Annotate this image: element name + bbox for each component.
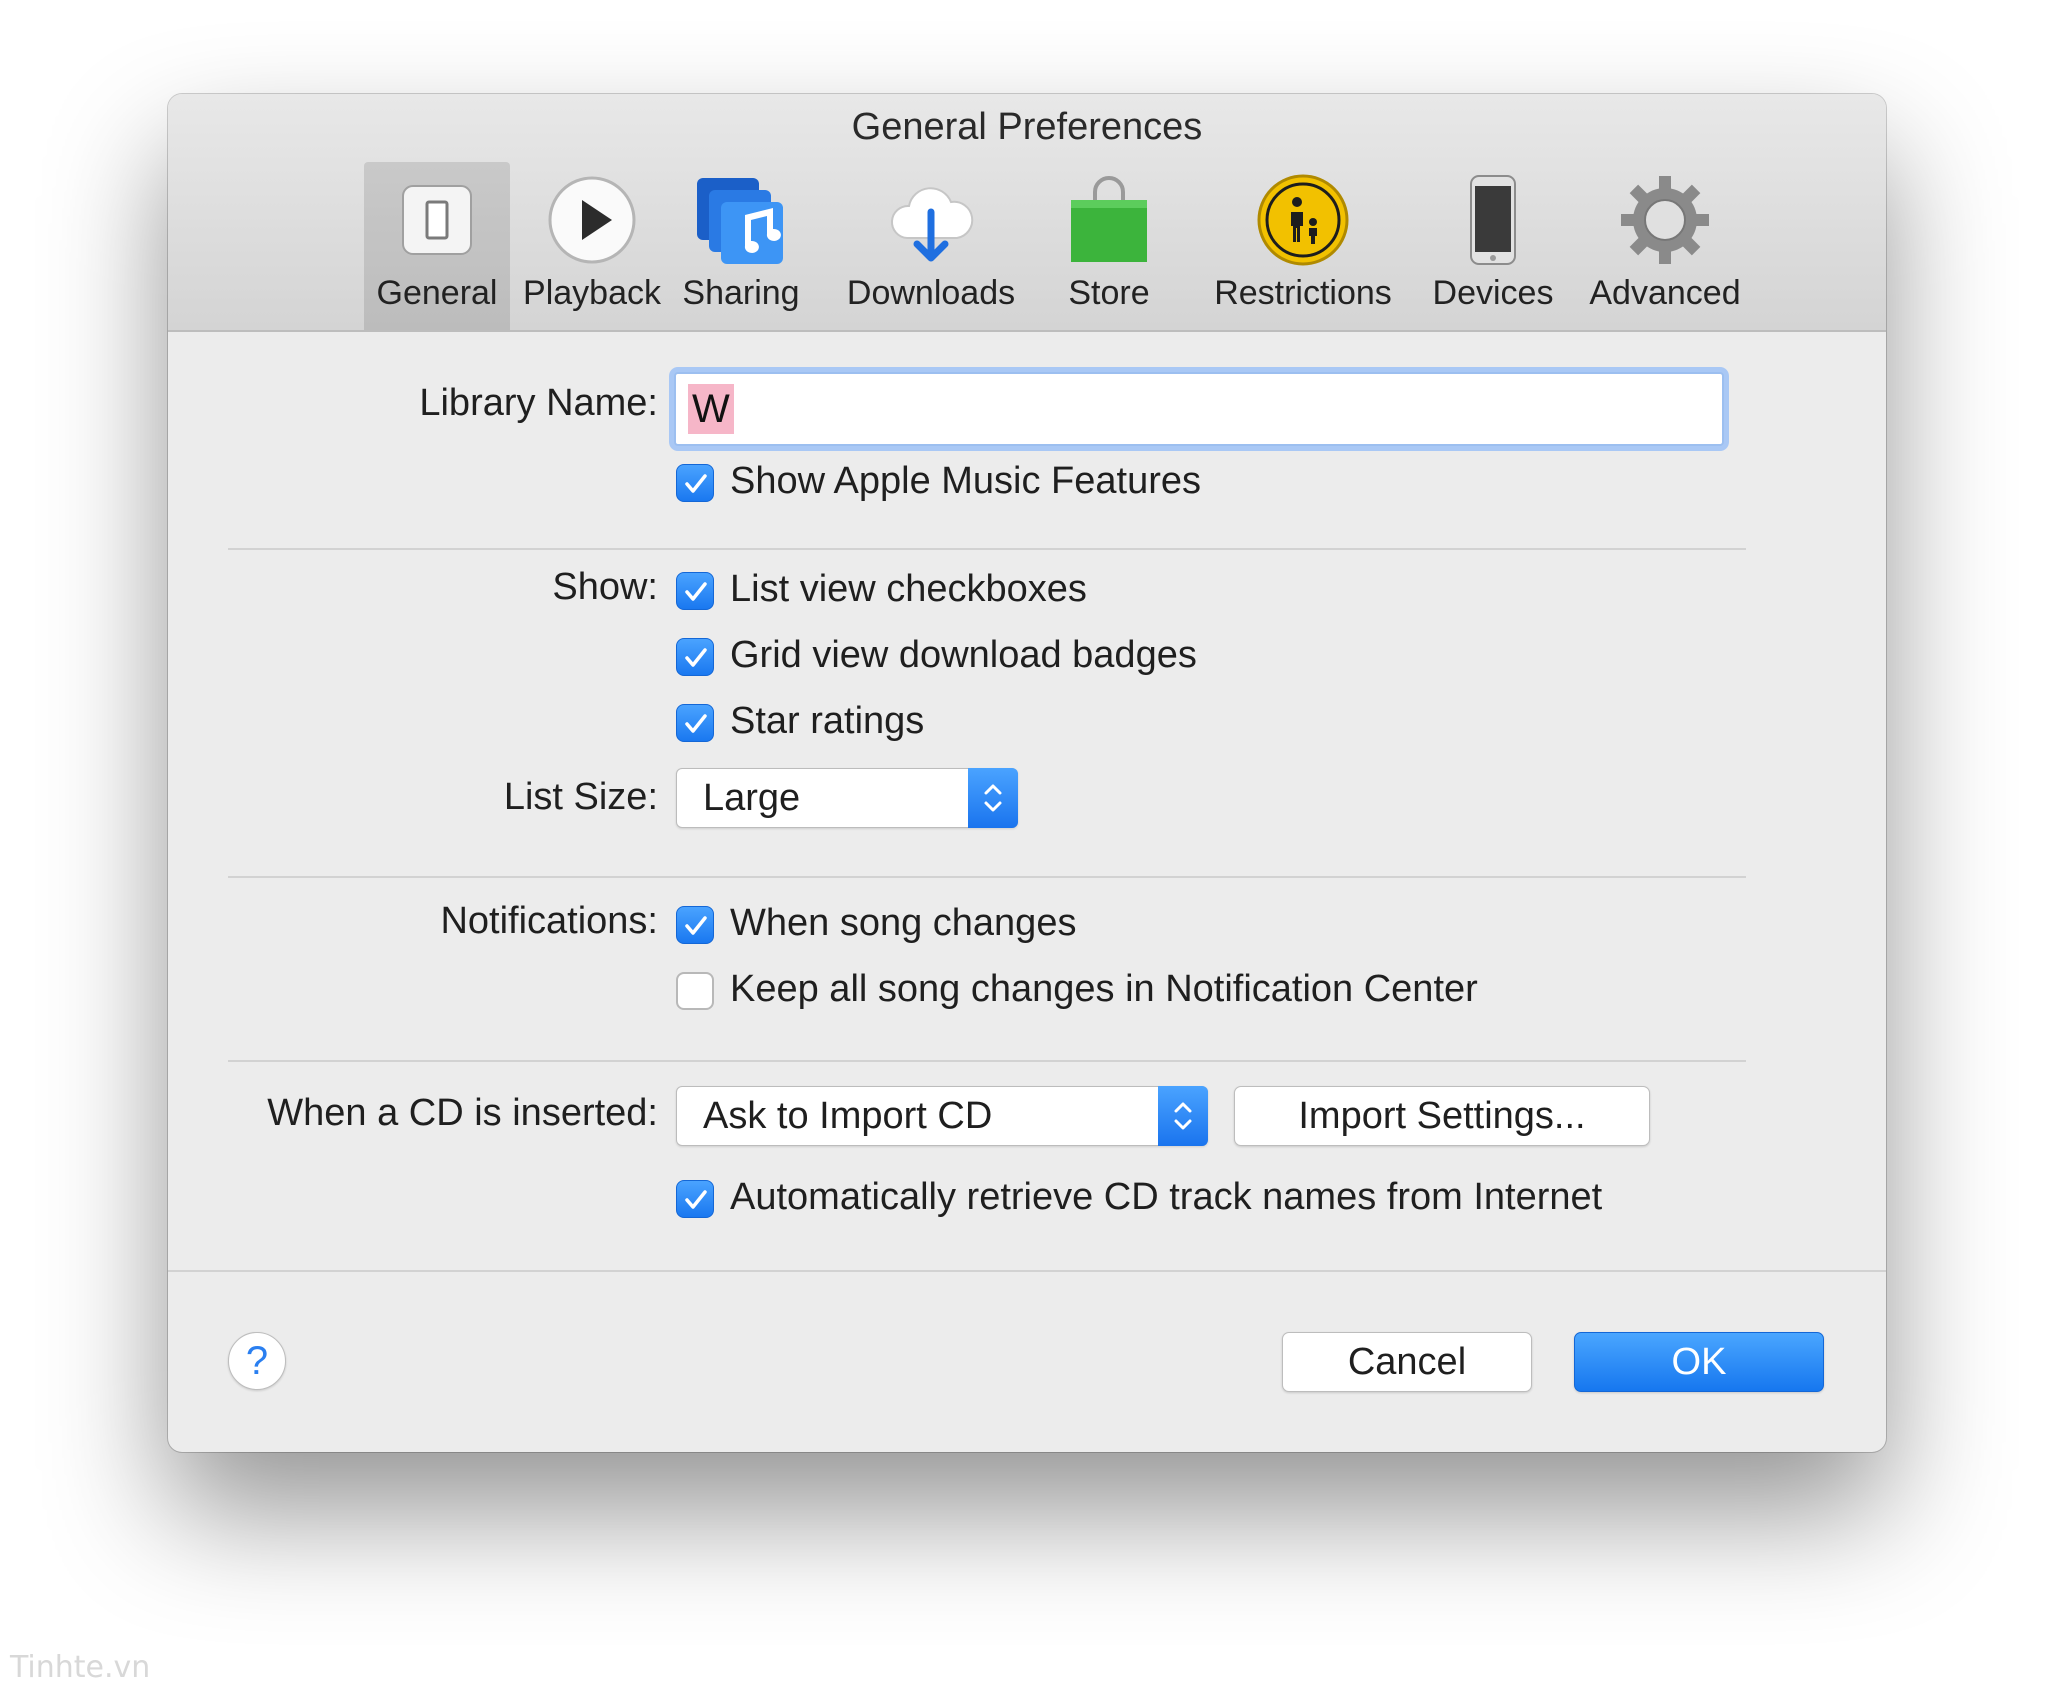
tab-restrictions[interactable]: Restrictions: [1196, 162, 1410, 330]
help-button[interactable]: ?: [228, 1332, 286, 1390]
tab-sharing[interactable]: Sharing: [676, 162, 806, 330]
library-name-label: Library Name:: [419, 382, 658, 424]
divider: [228, 548, 1746, 550]
cloud-download-icon: [891, 187, 974, 262]
keep-song-changes-checkbox[interactable]: [676, 972, 714, 1010]
library-name-input[interactable]: W: [674, 372, 1724, 446]
checkmark-icon: [685, 916, 707, 935]
tab-general[interactable]: General: [364, 162, 510, 330]
play-icon: [548, 176, 636, 264]
tab-label: Downloads: [846, 274, 1016, 312]
cancel-button[interactable]: Cancel: [1282, 1332, 1532, 1392]
watermark: Tinhte.vn: [10, 1650, 151, 1685]
checkmark-icon: [685, 714, 707, 733]
divider: [228, 876, 1746, 878]
cd-action-popup[interactable]: Ask to Import CD: [676, 1086, 1208, 1146]
checkmark-icon: [685, 474, 707, 493]
checkmark-icon: [685, 582, 707, 601]
star-ratings-label: Star ratings: [730, 700, 925, 742]
tab-playback[interactable]: Playback: [520, 162, 664, 330]
gear-icon: [1621, 176, 1709, 264]
shopping-bag-icon: [1071, 176, 1147, 262]
checkmark-icon: [685, 648, 707, 667]
notifications-label: Notifications:: [440, 900, 658, 942]
ok-button[interactable]: OK: [1574, 1332, 1824, 1392]
when-song-changes-checkbox[interactable]: [676, 906, 714, 944]
tab-label: Advanced: [1589, 274, 1741, 312]
auto-retrieve-label: Automatically retrieve CD track names fr…: [730, 1176, 1603, 1218]
cd-inserted-label: When a CD is inserted:: [267, 1092, 658, 1134]
tab-label: Devices: [1432, 274, 1554, 312]
iphone-icon: [1470, 175, 1516, 265]
grid-view-badges-checkbox[interactable]: [676, 638, 714, 676]
chevron-up-down-icon: [984, 784, 1002, 812]
footer-divider: [168, 1270, 1886, 1272]
list-size-popup[interactable]: Large: [676, 768, 1018, 828]
music-sharing-icon: [697, 178, 783, 264]
show-apple-music-label: Show Apple Music Features: [730, 460, 1202, 502]
list-view-checkboxes-checkbox[interactable]: [676, 572, 714, 610]
cd-action-value: Ask to Import CD: [703, 1095, 993, 1137]
tab-devices[interactable]: Devices: [1420, 162, 1566, 330]
checkmark-icon: [685, 1190, 707, 1209]
tab-label: Playback: [523, 274, 661, 312]
window-title: General Preferences: [851, 106, 1203, 148]
tab-advanced[interactable]: Advanced: [1580, 162, 1750, 330]
tab-label: Restrictions: [1214, 274, 1392, 312]
show-label: Show:: [552, 566, 658, 608]
list-size-label: List Size:: [503, 776, 658, 818]
preferences-window: General Preferences General Playback Sha…: [168, 94, 1886, 1452]
import-settings-button[interactable]: Import Settings...: [1234, 1086, 1650, 1146]
library-name-value: W: [688, 384, 734, 434]
show-apple-music-checkbox[interactable]: [676, 464, 714, 502]
list-size-value: Large: [703, 777, 801, 819]
when-song-changes-label: When song changes: [730, 902, 1077, 944]
star-ratings-checkbox[interactable]: [676, 704, 714, 742]
popup-stepper: [968, 768, 1018, 828]
popup-stepper: [1158, 1086, 1208, 1146]
divider: [228, 1060, 1746, 1062]
list-view-checkboxes-label: List view checkboxes: [730, 568, 1087, 610]
tab-label: Store: [1068, 274, 1150, 312]
tab-label: Sharing: [682, 274, 800, 312]
chevron-up-down-icon: [1174, 1102, 1192, 1130]
tab-downloads[interactable]: Downloads: [824, 162, 1038, 330]
grid-view-badges-label: Grid view download badges: [730, 634, 1197, 676]
parental-restrictions-icon: [1257, 174, 1349, 266]
tab-store[interactable]: Store: [1044, 162, 1174, 330]
auto-retrieve-checkbox[interactable]: [676, 1180, 714, 1218]
general-icon: [402, 185, 472, 255]
toolbar: General Preferences General Playback Sha…: [168, 94, 1886, 332]
keep-song-changes-label: Keep all song changes in Notification Ce…: [730, 968, 1478, 1010]
tab-label: General: [376, 274, 498, 312]
